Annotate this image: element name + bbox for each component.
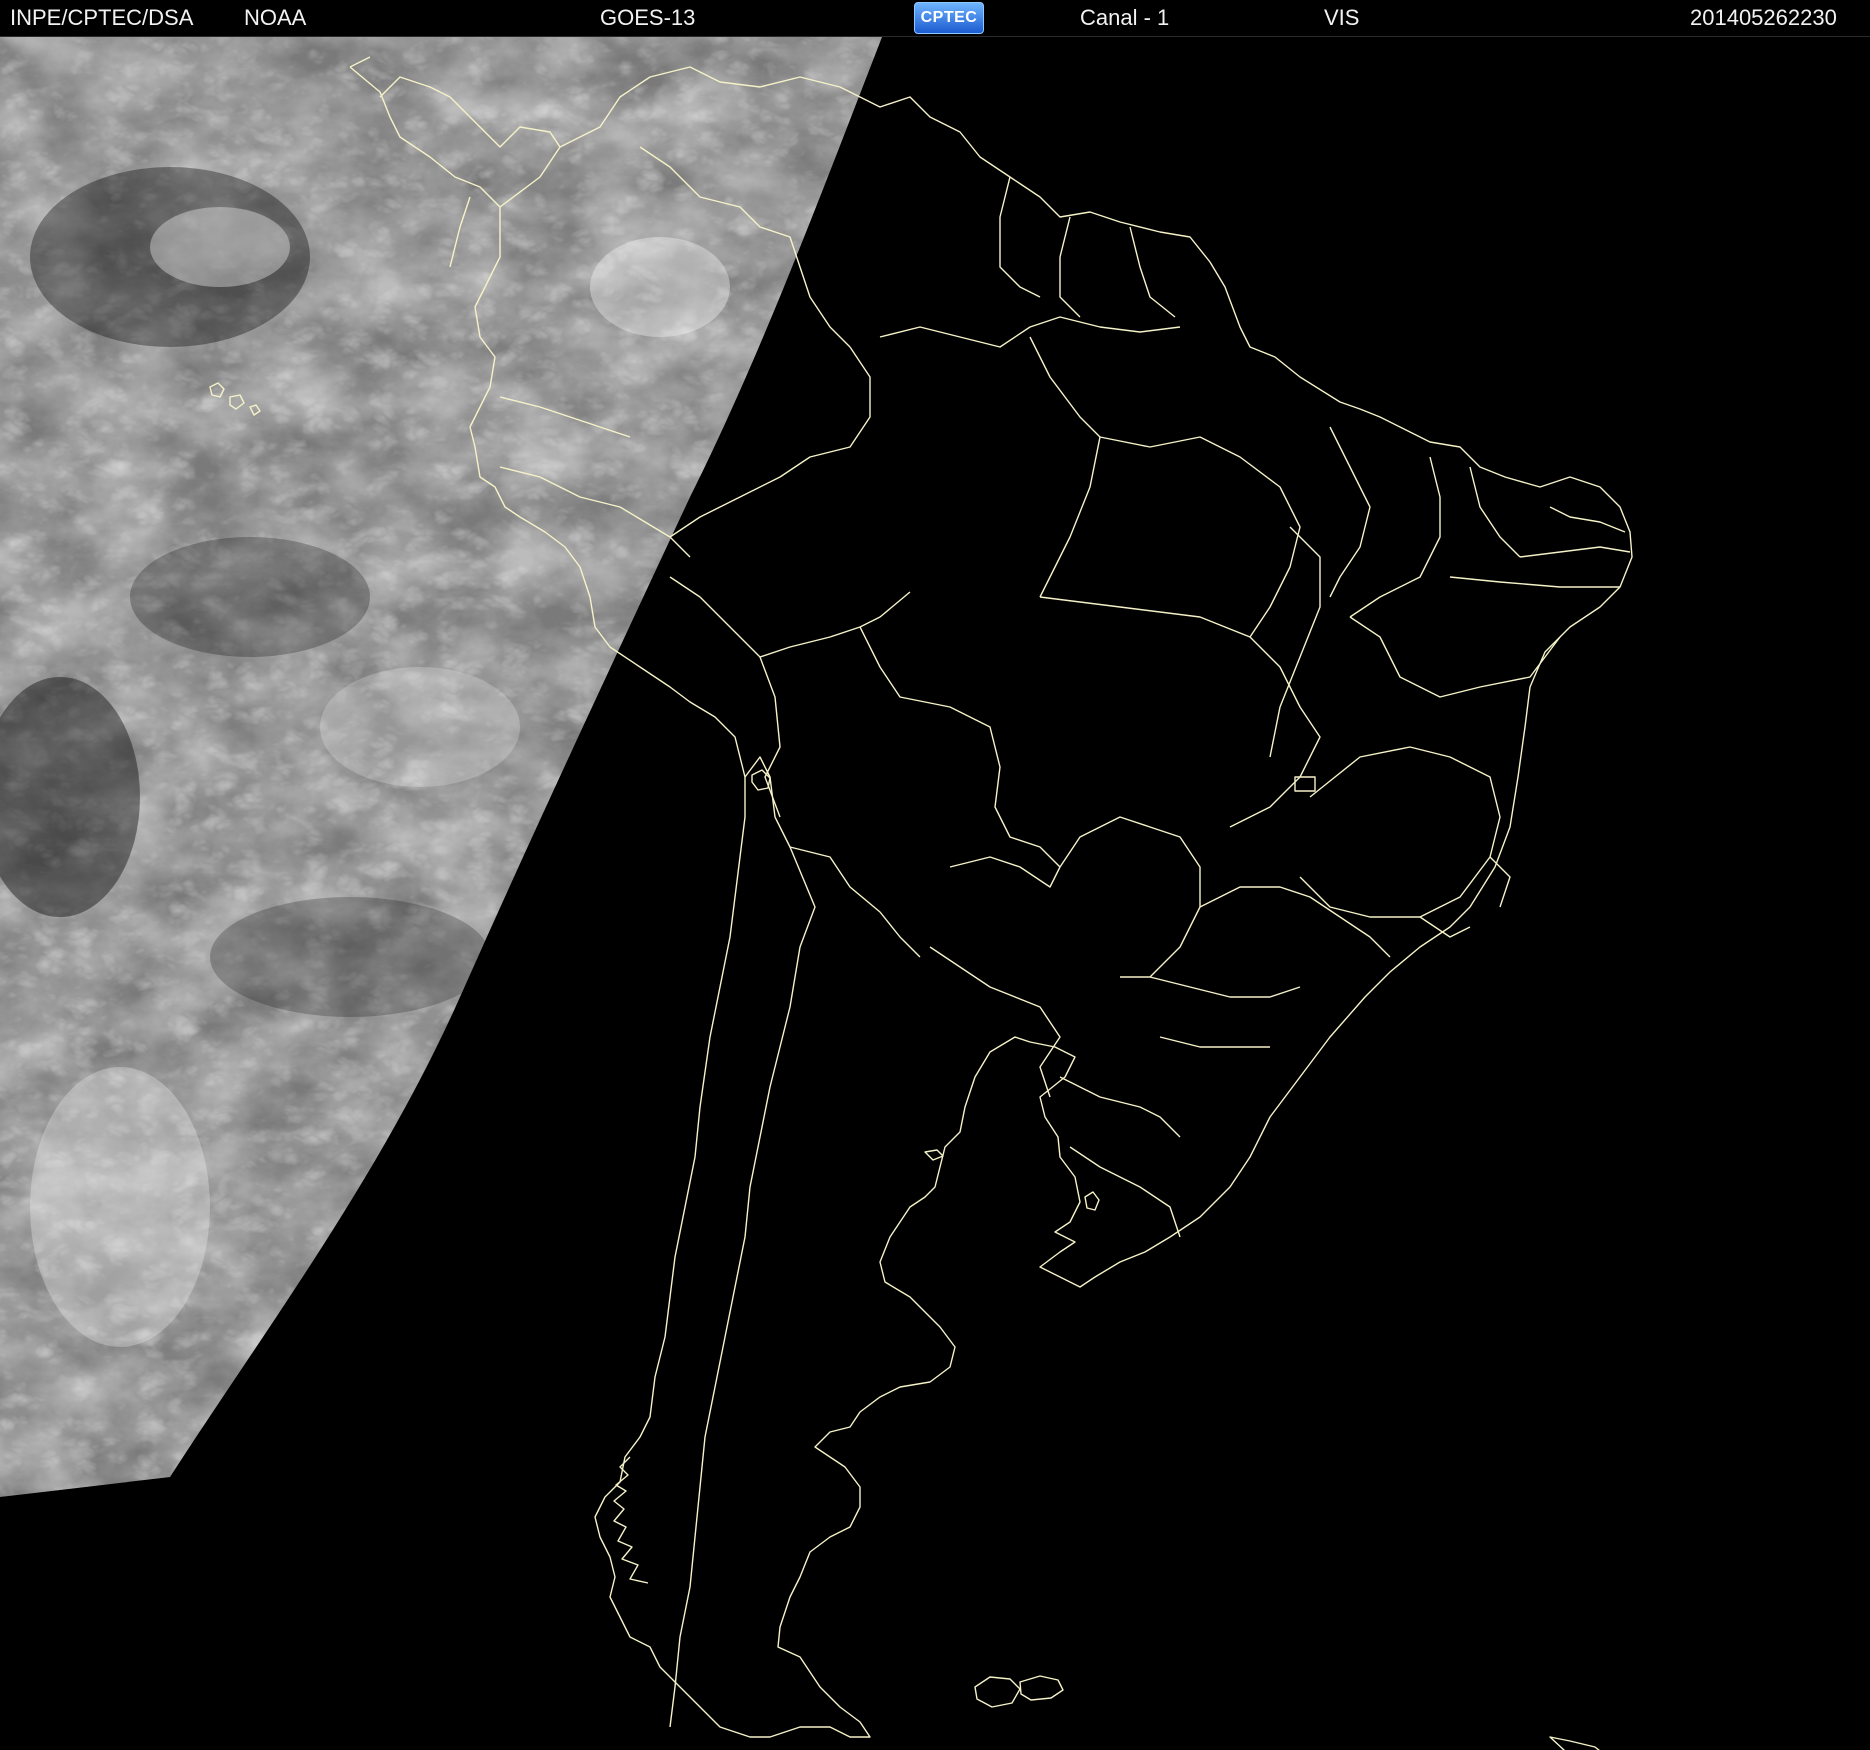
band-label: VIS [1324, 5, 1360, 30]
brazil-state-rio-grande-norte [1549, 506, 1626, 533]
peru-brazil-border [669, 576, 911, 658]
logo-text: CPTEC [920, 9, 978, 26]
suriname-border [1059, 216, 1081, 318]
brazil-state-para [1099, 436, 1301, 638]
brazil-state-ceara [1469, 466, 1521, 558]
french-guiana-border [1129, 226, 1176, 318]
institute-label: INPE/CPTEC/DSA [10, 5, 194, 30]
timestamp-label: 201405262230 [1690, 5, 1837, 30]
south-georgia-island [1549, 1736, 1600, 1750]
chilean-fjords [613, 1456, 649, 1584]
brazil-state-minas-gerais [1299, 746, 1501, 918]
chile-argentina-border [669, 756, 816, 1728]
bolivia-brazil-border [859, 626, 1061, 868]
channel-label: Canal - 1 [1080, 5, 1170, 30]
guyana-border [999, 176, 1041, 298]
brazil-state-rio-de-janeiro [1419, 916, 1471, 938]
uruguay-border [1069, 1146, 1181, 1238]
brazil-state-santa-catarina [1159, 1036, 1270, 1048]
brazil-state-pernambuco [1449, 576, 1620, 588]
brazil-state-mato-grosso [1039, 596, 1251, 638]
brazil-state-maranhao [1329, 426, 1371, 598]
bolivia-paraguay-border [949, 856, 1061, 888]
lake-in-argentina [924, 1149, 944, 1161]
brazil-state-espirito-santo [1489, 856, 1511, 908]
falkland-islands [974, 1675, 1064, 1708]
brazil-state-amazonas [1029, 336, 1101, 598]
brazil-state-bahia [1349, 616, 1561, 698]
satellite-image-panel [0, 37, 1870, 1750]
brazil-state-parana [1149, 976, 1301, 998]
image-header-bar: INPE/CPTEC/DSA NOAA GOES-13 CPTEC Canal … [0, 0, 1870, 37]
brazil-state-paraiba [1519, 546, 1631, 558]
satellite-map-svg [0, 37, 1633, 1750]
brazil-state-piaui [1349, 456, 1441, 618]
brazil-state-mato-grosso-sul [1059, 816, 1201, 978]
brazil-state-rio-grande-sul [1059, 1076, 1181, 1138]
brazil-state-tocantins [1269, 526, 1321, 758]
venezuela-brazil-border [879, 316, 1181, 348]
cptec-logo-icon: CPTEC [914, 2, 984, 34]
bolivia-argentina-border [789, 846, 921, 958]
paraguay-argentina-border [929, 946, 1061, 1098]
brazil-state-sao-paulo [1199, 886, 1391, 958]
lagoa-dos-patos [1084, 1191, 1100, 1211]
agency-label: NOAA [244, 5, 307, 30]
peru-bolivia-border [759, 656, 781, 818]
satellite-label: GOES-13 [600, 5, 696, 30]
